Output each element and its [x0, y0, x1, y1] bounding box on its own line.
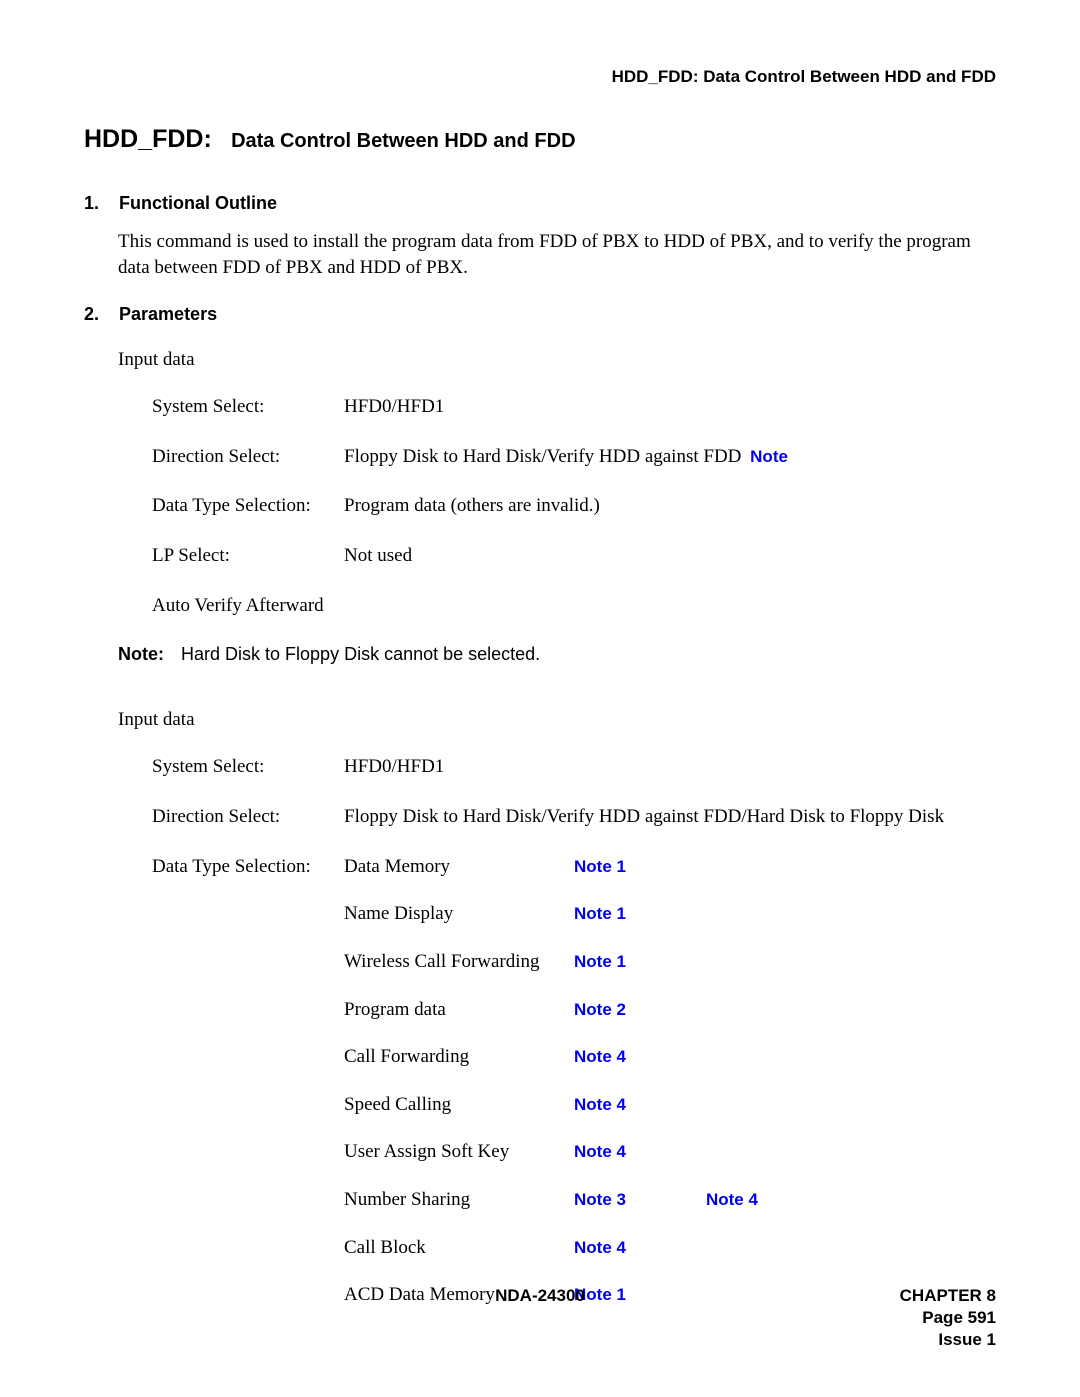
data-type-row: Call BlockNote 4	[344, 1235, 996, 1261]
data-type-name: Data Memory	[344, 854, 574, 880]
system-select-row-2: System Select: HFD0/HFD1	[152, 754, 996, 780]
data-type-name: Number Sharing	[344, 1187, 574, 1213]
data-type-selection-first: Data MemoryNote 1	[344, 854, 996, 880]
data-type-selection-row-2: Data Type Selection: Data MemoryNote 1	[152, 854, 996, 880]
system-select-value: HFD0/HFD1	[344, 394, 996, 420]
section-1-number: 1.	[84, 191, 114, 215]
data-type-selection-value: Program data (others are invalid.)	[344, 493, 996, 519]
note-link[interactable]: Note 4	[574, 1094, 626, 1117]
footer-issue: Issue 1	[836, 1329, 996, 1351]
note-link[interactable]: Note 4	[574, 1237, 626, 1260]
lp-select-value: Not used	[344, 543, 996, 569]
direction-select-row: Direction Select: Floppy Disk to Hard Di…	[152, 444, 996, 470]
input-data-block-2: System Select: HFD0/HFD1 Direction Selec…	[152, 754, 996, 879]
section-1-body: This command is used to install the prog…	[118, 229, 996, 280]
note-link[interactable]: Note	[750, 447, 788, 466]
direction-select-label: Direction Select:	[152, 444, 344, 470]
data-type-row: User Assign Soft KeyNote 4	[344, 1139, 996, 1165]
title-code: HDD_FDD	[84, 125, 203, 153]
direction-select-value: Floppy Disk to Hard Disk/Verify HDD agai…	[344, 444, 996, 470]
note-label: Note:	[118, 644, 164, 664]
auto-verify-row: Auto Verify Afterward	[152, 593, 996, 619]
data-type-name: Wireless Call Forwarding	[344, 949, 574, 975]
data-type-name: Call Forwarding	[344, 1044, 574, 1070]
note-link[interactable]: Note 2	[574, 999, 626, 1022]
lp-select-row: LP Select: Not used	[152, 543, 996, 569]
system-select-label: System Select:	[152, 394, 344, 420]
system-select-row: System Select: HFD0/HFD1	[152, 394, 996, 420]
note-link[interactable]: Note 4	[574, 1046, 626, 1069]
data-type-selection-label-2: Data Type Selection:	[152, 854, 344, 880]
input-data-label-2: Input data	[118, 707, 996, 733]
note-link[interactable]: Note 1	[574, 903, 626, 926]
footer-chapter: CHAPTER 8	[836, 1285, 996, 1307]
direction-select-row-2: Direction Select: Floppy Disk to Hard Di…	[152, 804, 996, 830]
direction-select-text: Floppy Disk to Hard Disk/Verify HDD agai…	[344, 446, 746, 467]
data-type-row: Number SharingNote 3 Note 4	[344, 1187, 996, 1213]
data-type-selection-label: Data Type Selection:	[152, 493, 344, 519]
page-footer: NDA-24300 CHAPTER 8 Page 591 Issue 1	[84, 1285, 996, 1351]
data-type-row: Speed CallingNote 4	[344, 1092, 996, 1118]
input-data-label-1: Input data	[118, 347, 996, 373]
data-type-name: Speed Calling	[344, 1092, 574, 1118]
data-type-name: Program data	[344, 997, 574, 1023]
note-link[interactable]: Note 1	[574, 857, 626, 876]
page-title: HDD_FDD: Data Control Between HDD and FD…	[84, 123, 996, 157]
data-type-rows: Name DisplayNote 1Wireless Call Forwardi…	[344, 901, 996, 1308]
section-2-title: Parameters	[119, 304, 217, 324]
direction-select-value-2: Floppy Disk to Hard Disk/Verify HDD agai…	[344, 804, 996, 830]
data-type-name: User Assign Soft Key	[344, 1139, 574, 1165]
footer-doc-id: NDA-24300	[244, 1285, 836, 1308]
system-select-label-2: System Select:	[152, 754, 344, 780]
note-text: Hard Disk to Floppy Disk cannot be selec…	[181, 644, 540, 664]
section-2-heading: 2. Parameters	[84, 302, 996, 326]
data-type-row: Call ForwardingNote 4	[344, 1044, 996, 1070]
input-data-block-1: System Select: HFD0/HFD1 Direction Selec…	[152, 394, 996, 618]
note-link[interactable]: Note 4	[706, 1189, 758, 1212]
direction-select-label-2: Direction Select:	[152, 804, 344, 830]
title-separator: :	[203, 125, 211, 153]
data-type-selection-row: Data Type Selection: Program data (other…	[152, 493, 996, 519]
note-link[interactable]: Note 4	[574, 1141, 626, 1164]
footer-page: Page 591	[836, 1307, 996, 1329]
auto-verify-label: Auto Verify Afterward	[152, 593, 324, 619]
section-2-number: 2.	[84, 302, 114, 326]
note-link[interactable]: Note 1	[574, 951, 626, 974]
data-type-name: Call Block	[344, 1235, 574, 1261]
lp-select-label: LP Select:	[152, 543, 344, 569]
title-description: Data Control Between HDD and FDD	[231, 130, 575, 152]
data-type-row: Program dataNote 2	[344, 997, 996, 1023]
data-type-row: Name DisplayNote 1	[344, 901, 996, 927]
running-header: HDD_FDD: Data Control Between HDD and FD…	[84, 66, 996, 89]
note-line: Note: Hard Disk to Floppy Disk cannot be…	[118, 642, 996, 666]
system-select-value-2: HFD0/HFD1	[344, 754, 996, 780]
note-link[interactable]: Note 3	[574, 1189, 626, 1212]
section-1-title: Functional Outline	[119, 193, 277, 213]
data-type-name: Name Display	[344, 901, 574, 927]
section-1-heading: 1. Functional Outline	[84, 191, 996, 215]
footer-right: CHAPTER 8 Page 591 Issue 1	[836, 1285, 996, 1351]
data-type-row: Wireless Call ForwardingNote 1	[344, 949, 996, 975]
